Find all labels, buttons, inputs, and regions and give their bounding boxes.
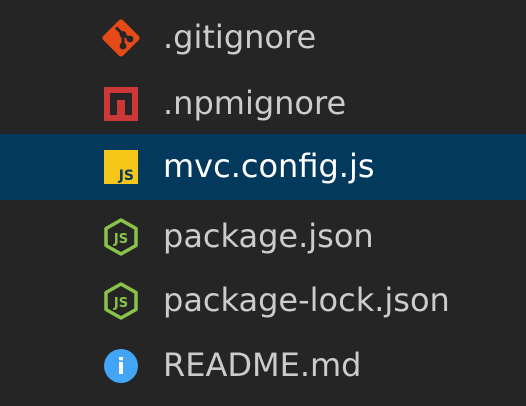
javascript-icon-text: JS [118, 168, 134, 184]
file-item-npmignore[interactable]: .npmignore [0, 71, 526, 137]
file-label: README.md [163, 346, 362, 384]
nodejs-icon-text: JS [113, 296, 128, 311]
nodejs-icon: JS [101, 217, 141, 257]
javascript-icon: JS [101, 147, 141, 187]
file-label: mvc.config.js [163, 147, 375, 185]
file-label: package.json [163, 217, 374, 255]
file-item-gitignore[interactable]: .gitignore [0, 5, 526, 71]
file-explorer: .gitignore .npmignore JS mvc.config.js J… [0, 0, 526, 406]
file-item-mvc-config-js[interactable]: JS mvc.config.js [0, 134, 526, 200]
file-item-package-json[interactable]: JS package.json [0, 204, 526, 270]
info-icon: i [101, 346, 141, 386]
info-icon-text: i [117, 355, 125, 380]
nodejs-icon: JS [101, 281, 141, 321]
file-label: .npmignore [163, 84, 347, 122]
file-item-readme-md[interactable]: i README.md [0, 333, 526, 399]
file-item-package-lock-json[interactable]: JS package-lock.json [0, 268, 526, 334]
git-icon [101, 18, 141, 58]
nodejs-icon-text: JS [113, 232, 128, 247]
file-label: package-lock.json [163, 281, 450, 319]
file-label: .gitignore [163, 18, 317, 56]
npm-icon [101, 84, 141, 124]
